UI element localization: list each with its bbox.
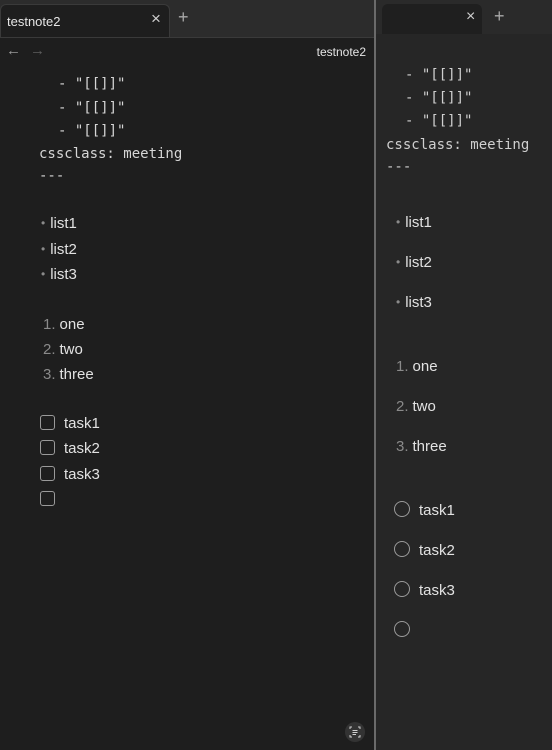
bullet-icon: •	[396, 295, 401, 309]
list-number: 2.	[396, 398, 409, 415]
list-item-text: list3	[405, 294, 432, 311]
arrow-left-icon[interactable]: ←	[6, 42, 21, 59]
checkbox[interactable]	[40, 439, 55, 455]
frontmatter-line: - "[[]]"	[405, 67, 473, 83]
task-item[interactable]: task2	[40, 439, 100, 457]
list-item-text: three	[59, 366, 94, 383]
close-icon[interactable]: ×	[466, 8, 475, 26]
task-item[interactable]	[394, 621, 419, 639]
tab-testnote2[interactable]: testnote2 ×	[0, 4, 170, 37]
list-number: 1.	[43, 316, 56, 333]
frontmatter-line: - "[[]]"	[405, 90, 473, 106]
task-text: task3	[64, 466, 100, 483]
list-item-text: list3	[50, 266, 77, 283]
task-item[interactable]: task1	[394, 501, 455, 519]
frontmatter-line: - "[[]]"	[58, 100, 126, 116]
frontmatter-line: - "[[]]"	[405, 113, 473, 129]
list-item-text: list2	[405, 254, 432, 271]
list-number: 3.	[396, 438, 409, 455]
tab-bar: × +	[376, 0, 552, 34]
list-item[interactable]: 1. one	[396, 358, 438, 375]
task-checkbox-circle[interactable]	[394, 501, 410, 518]
frontmatter-line: - "[[]]"	[58, 76, 126, 92]
list-number: 3.	[43, 366, 56, 383]
task-checkbox-circle[interactable]	[394, 621, 410, 638]
task-item[interactable]	[40, 490, 64, 508]
list-item-text: one	[412, 358, 438, 375]
list-item[interactable]: • list1	[41, 215, 77, 232]
frontmatter-line: ---	[386, 159, 412, 175]
list-number: 1.	[396, 358, 409, 375]
list-item[interactable]: 1. one	[43, 316, 85, 333]
list-item-text: two	[59, 341, 83, 358]
bullet-icon: •	[41, 216, 46, 230]
frontmatter-line: ---	[39, 168, 65, 184]
list-item[interactable]: • list1	[396, 214, 432, 231]
task-text: task1	[419, 502, 455, 519]
checkbox[interactable]	[40, 490, 55, 506]
bullet-icon: •	[396, 255, 401, 269]
close-icon[interactable]: ×	[151, 9, 161, 29]
frontmatter-line: - "[[]]"	[58, 123, 126, 139]
task-text: task2	[64, 440, 100, 457]
tab-bar: testnote2 × +	[0, 0, 374, 38]
ocr-icon[interactable]	[345, 722, 365, 742]
task-text: task3	[419, 582, 455, 599]
task-text: task2	[419, 542, 455, 559]
tab-title: testnote2	[7, 14, 61, 29]
list-item-text: one	[59, 316, 85, 333]
task-item[interactable]: task2	[394, 541, 455, 559]
list-item[interactable]: • list2	[396, 254, 432, 271]
list-item[interactable]: 2. two	[396, 398, 436, 415]
list-item-text: list2	[50, 241, 77, 258]
checkbox[interactable]	[40, 465, 55, 481]
list-item[interactable]: • list3	[41, 266, 77, 283]
task-checkbox-circle[interactable]	[394, 541, 410, 558]
list-item[interactable]: 3. three	[396, 438, 447, 455]
arrow-right-icon[interactable]: →	[30, 42, 45, 59]
list-item[interactable]: 3. three	[43, 366, 94, 383]
plus-icon[interactable]: +	[494, 6, 505, 27]
task-item[interactable]: task3	[40, 465, 100, 483]
list-item-text: two	[412, 398, 436, 415]
note-title: testnote2	[316, 45, 366, 59]
list-item[interactable]: 2. two	[43, 341, 83, 358]
list-item[interactable]: • list2	[41, 241, 77, 258]
frontmatter-line: cssclass: meeting	[386, 137, 530, 153]
checkbox[interactable]	[40, 414, 55, 430]
right-window: × + - "[[]]" - "[[]]" - "[[]]" cssclass:…	[376, 0, 552, 750]
bullet-icon: •	[41, 267, 46, 281]
task-checkbox-circle[interactable]	[394, 581, 410, 598]
frontmatter-line: cssclass: meeting	[39, 146, 183, 162]
list-item[interactable]: • list3	[396, 294, 432, 311]
left-window: testnote2 × + ← → testnote2 - "[[]]" - "…	[0, 0, 376, 750]
list-number: 2.	[43, 341, 56, 358]
plus-icon[interactable]: +	[178, 7, 189, 28]
bullet-icon: •	[396, 215, 401, 229]
task-text: task1	[64, 415, 100, 432]
list-item-text: list1	[50, 215, 77, 232]
bullet-icon: •	[41, 242, 46, 256]
task-item[interactable]: task1	[40, 414, 100, 432]
task-item[interactable]: task3	[394, 581, 455, 599]
list-item-text: list1	[405, 214, 432, 231]
list-item-text: three	[412, 438, 447, 455]
